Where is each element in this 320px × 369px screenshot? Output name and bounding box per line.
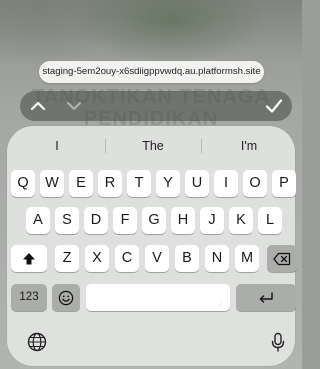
suggestion-3[interactable]: I'm (203, 133, 295, 159)
key-t[interactable]: T (127, 170, 151, 197)
key-l[interactable]: L (258, 207, 282, 234)
checkmark-icon[interactable] (262, 94, 286, 118)
delete-key[interactable] (267, 245, 297, 272)
key-u[interactable]: U (185, 170, 209, 197)
key-s[interactable]: S (55, 207, 79, 234)
microphone-icon[interactable] (266, 330, 290, 354)
chevron-up-icon[interactable] (26, 94, 50, 118)
suggestion-bar: I The I'm (7, 133, 295, 159)
form-accessory-bar (20, 91, 292, 121)
key-r[interactable]: R (98, 170, 122, 197)
key-x[interactable]: X (85, 245, 109, 272)
key-a[interactable]: A (26, 207, 50, 234)
space-key-marker: ⁄ (220, 302, 222, 308)
suggestion-divider (105, 139, 106, 153)
key-k[interactable]: K (229, 207, 253, 234)
numbers-key[interactable]: 123 (11, 284, 47, 311)
key-z[interactable]: Z (55, 245, 79, 272)
key-q[interactable]: Q (11, 170, 35, 197)
suggestion-divider (201, 139, 202, 153)
key-i[interactable]: I (214, 170, 238, 197)
key-v[interactable]: V (145, 245, 169, 272)
key-m[interactable]: M (235, 245, 259, 272)
globe-icon[interactable] (25, 330, 49, 354)
key-g[interactable]: G (142, 207, 166, 234)
key-j[interactable]: J (200, 207, 224, 234)
shift-key[interactable] (11, 245, 47, 272)
suggestion-2[interactable]: The (107, 133, 199, 159)
key-y[interactable]: Y (156, 170, 180, 197)
chevron-down-icon[interactable] (62, 94, 86, 118)
return-key[interactable] (236, 284, 296, 311)
key-h[interactable]: H (171, 207, 195, 234)
suggestion-1[interactable]: I (11, 133, 103, 159)
url-bar[interactable]: staging-5em2ouy-x6sdiigppvwdq.au.platfor… (39, 61, 264, 83)
key-c[interactable]: C (115, 245, 139, 272)
key-f[interactable]: F (113, 207, 137, 234)
space-key[interactable]: ⁄ (86, 284, 230, 311)
key-o[interactable]: O (243, 170, 267, 197)
emoji-key[interactable] (52, 284, 80, 311)
key-b[interactable]: B (175, 245, 199, 272)
key-d[interactable]: D (84, 207, 108, 234)
key-n[interactable]: N (205, 245, 229, 272)
key-p[interactable]: P (272, 170, 296, 197)
key-e[interactable]: E (69, 170, 93, 197)
key-w[interactable]: W (40, 170, 64, 197)
